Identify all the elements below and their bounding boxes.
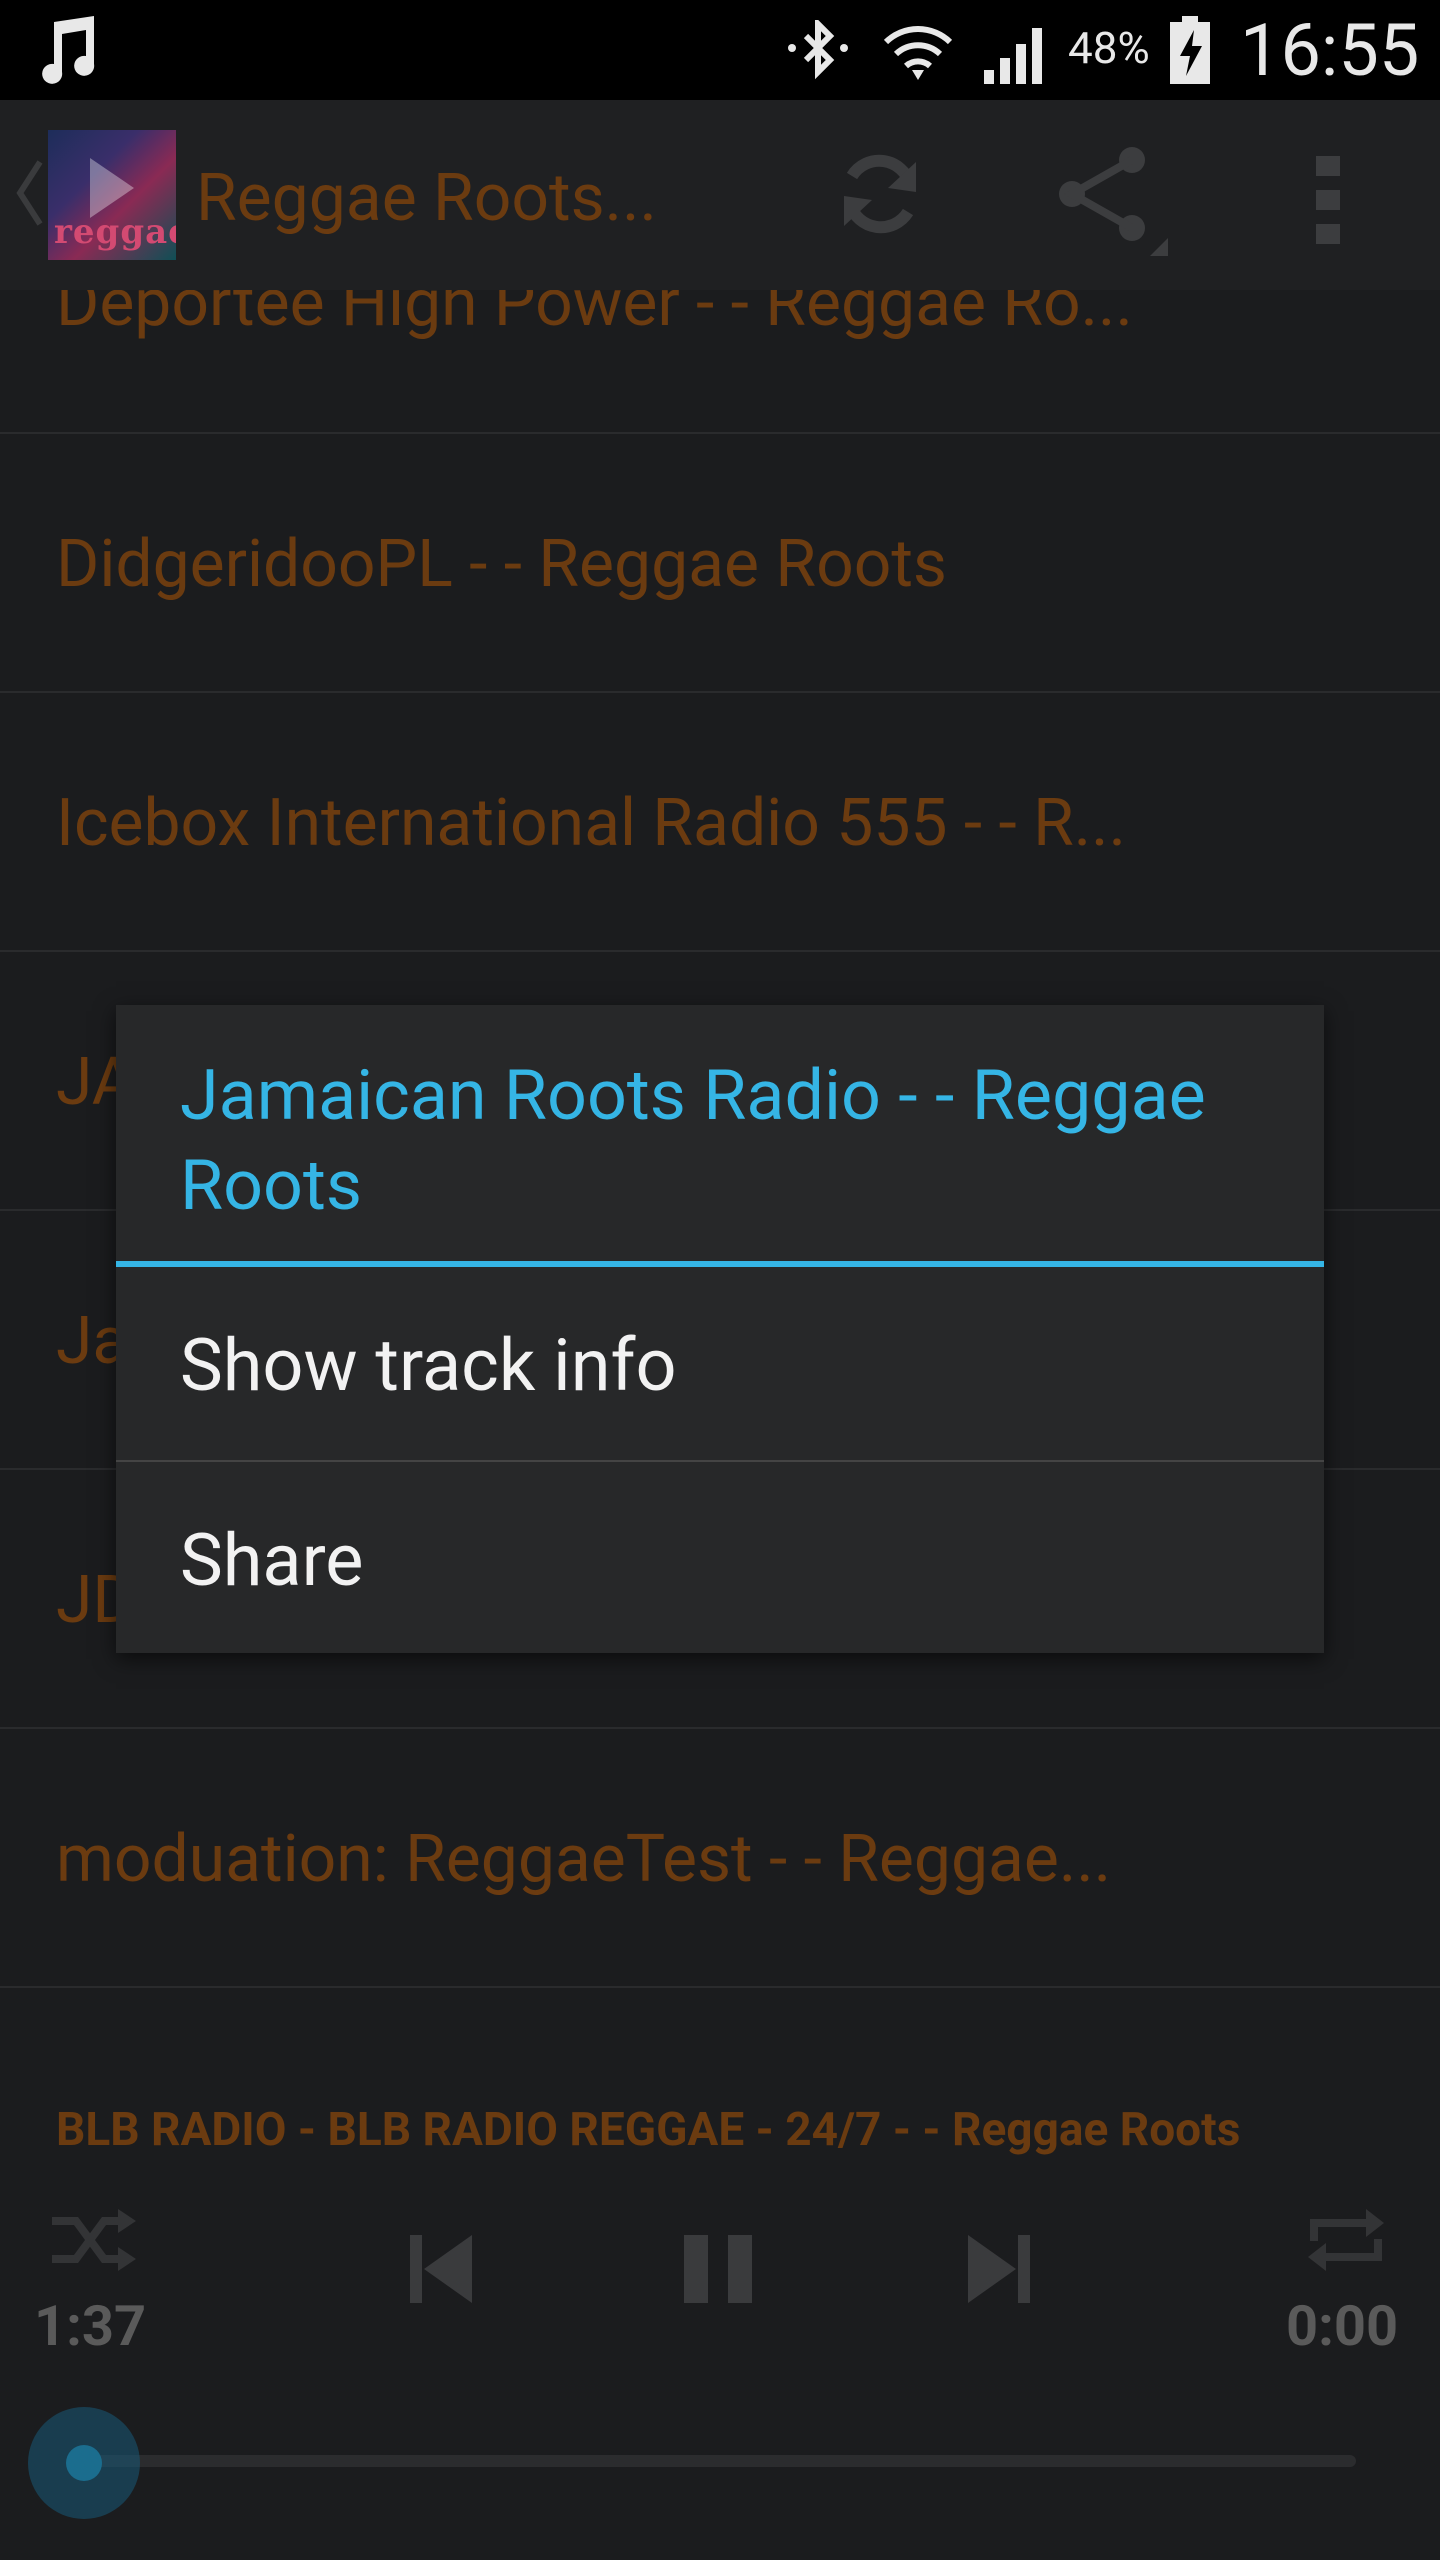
station-row[interactable]: moduation: ReggaeTest - - Reggae...: [0, 1729, 1440, 1988]
share-icon[interactable]: [1050, 146, 1170, 256]
previous-icon[interactable]: [408, 2233, 474, 2305]
seek-bar[interactable]: [84, 2455, 1356, 2467]
bluetooth-icon: [788, 20, 848, 80]
now-playing-text: BLB RADIO - BLB RADIO REGGAE - 24/7 - - …: [56, 2103, 1241, 2157]
app-logo[interactable]: reggae: [48, 130, 176, 260]
pause-icon[interactable]: [682, 2233, 754, 2305]
logo-text: reggae: [54, 212, 176, 252]
seek-thumb[interactable]: [28, 2407, 140, 2519]
screen: 48% 16:55 Deportee High Power - - Reggae…: [0, 0, 1440, 2560]
menu-item-show-track-info[interactable]: Show track info: [116, 1267, 1324, 1459]
battery-percent: 48%: [1068, 22, 1150, 74]
station-label: moduation: ReggaeTest - - Reggae...: [56, 1821, 1112, 1898]
overflow-menu-icon[interactable]: [1310, 156, 1346, 246]
elapsed-time: 1:37: [34, 2293, 147, 2359]
station-row[interactable]: DidgeridooPL - - Reggae Roots: [0, 434, 1440, 693]
menu-item-label: Share: [180, 1518, 364, 1603]
music-note-icon: [42, 16, 95, 84]
status-bar: 48% 16:55: [0, 0, 1440, 100]
next-icon[interactable]: [966, 2233, 1032, 2305]
dialog-title: Jamaican Roots Radio - - Reggae Roots: [180, 1055, 1206, 1227]
back-chevron-icon[interactable]: [14, 158, 44, 228]
menu-item-label: Show track info: [180, 1323, 677, 1408]
menu-item-share[interactable]: Share: [116, 1462, 1324, 1654]
wifi-icon: [883, 26, 953, 80]
action-bar: reggae Reggae Roots...: [0, 100, 1440, 290]
signal-icon: [984, 28, 1042, 84]
station-label: Icebox International Radio 555 - - R...: [56, 785, 1126, 862]
clock: 16:55: [1240, 8, 1420, 93]
repeat-icon[interactable]: [1306, 2205, 1386, 2275]
seek-thumb-center: [66, 2445, 102, 2481]
battery-charging-icon: [1170, 16, 1210, 84]
shuffle-icon[interactable]: [48, 2205, 138, 2275]
context-menu-dialog: Jamaican Roots Radio - - Reggae Roots Sh…: [116, 1005, 1324, 1653]
app-title: Reggae Roots...: [196, 160, 657, 237]
station-row[interactable]: Icebox International Radio 555 - - R...: [0, 693, 1440, 952]
player-panel: BLB RADIO - BLB RADIO REGGAE - 24/7 - - …: [0, 2085, 1440, 2560]
station-label: DidgeridooPL - - Reggae Roots: [56, 526, 947, 603]
play-overlay-icon: [90, 158, 134, 218]
duration-time: 0:00: [1286, 2293, 1399, 2359]
refresh-icon[interactable]: [830, 144, 930, 244]
